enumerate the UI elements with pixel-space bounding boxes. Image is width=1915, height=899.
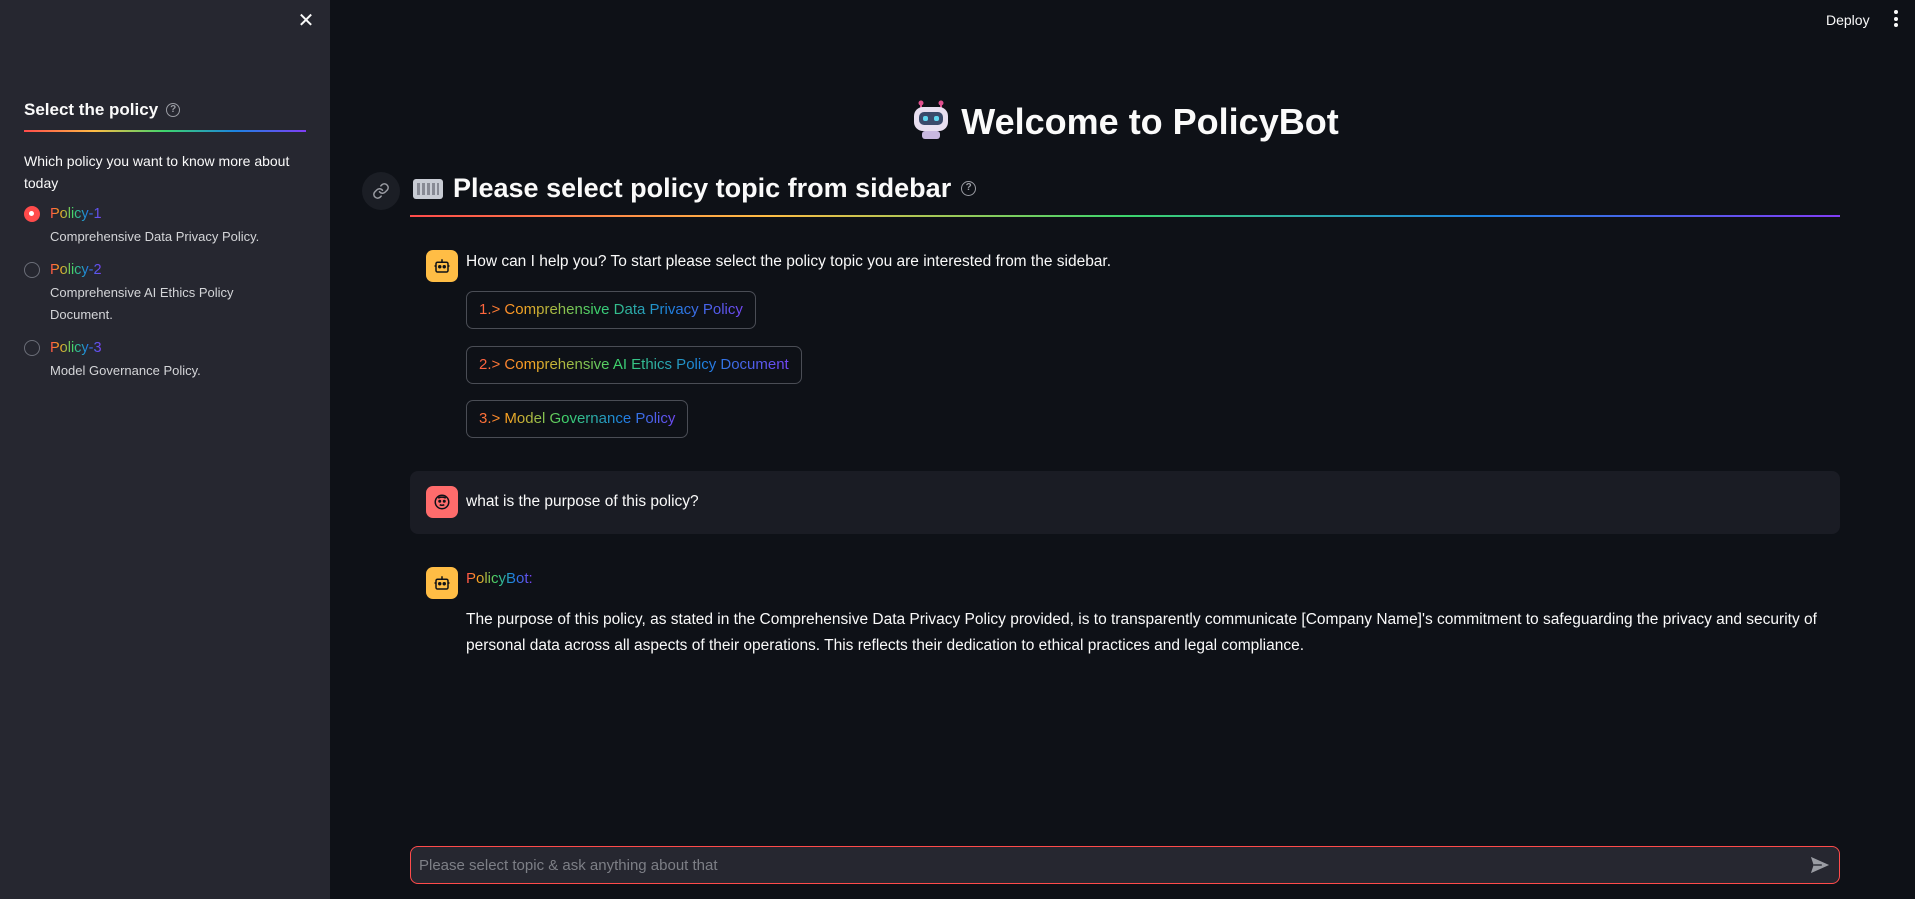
deploy-button[interactable]: Deploy [1820, 8, 1876, 32]
radio-button[interactable] [24, 262, 40, 278]
kebab-menu-icon[interactable] [1890, 10, 1902, 30]
radio-caption: Model Governance Policy. [50, 363, 201, 378]
send-icon[interactable] [1809, 855, 1831, 875]
radio-option-policy-2[interactable]: Policy-2 Comprehensive AI Ethics Policy … [24, 259, 314, 327]
keyboard-icon [413, 178, 443, 199]
chat-input-box [410, 846, 1840, 884]
sidebar-divider [24, 130, 306, 132]
sidebar-title-text: Select the policy [24, 100, 159, 119]
radio-label: Policy-1 [50, 203, 102, 225]
link-icon[interactable] [362, 172, 400, 210]
heading-divider [410, 215, 1840, 217]
page-title: Welcome to PolicyBot [410, 100, 1840, 149]
radio-caption: Comprehensive AI Ethics Policy Document. [50, 285, 234, 322]
radio-caption: Comprehensive Data Privacy Policy. [50, 229, 260, 244]
radio-label: Policy-3 [50, 337, 102, 359]
page-title-text: Welcome to PolicyBot [961, 101, 1339, 142]
radio-label: Policy-2 [50, 259, 102, 281]
topic-button-3[interactable]: 3.> Model Governance Policy [466, 400, 689, 438]
bot-greeting: How can I help you? To start please sele… [466, 253, 1112, 270]
user-message: what is the purpose of this policy? [466, 493, 699, 510]
radio-button[interactable] [24, 340, 40, 356]
sidebar: ✕ Select the policy ? Which policy you w… [0, 0, 330, 899]
sidebar-title: Select the policy ? [24, 100, 181, 120]
topic-button-1[interactable]: 1.> Comprehensive Data Privacy Policy [466, 291, 756, 329]
radio-option-policy-1[interactable]: Policy-1 Comprehensive Data Privacy Poli… [24, 203, 314, 249]
help-icon[interactable]: ? [166, 103, 181, 117]
help-icon[interactable]: ? [961, 181, 977, 196]
topic-button-2[interactable]: 2.> Comprehensive AI Ethics Policy Docum… [466, 346, 802, 384]
section-heading: Please select policy topic from sidebar … [413, 173, 977, 204]
user-avatar-icon [426, 486, 458, 518]
radio-button-checked[interactable] [24, 206, 40, 222]
policy-question: Which policy you want to know more about… [24, 153, 290, 191]
bot-avatar-icon [426, 567, 458, 599]
bot-avatar-icon [426, 250, 458, 282]
robot-icon [911, 100, 951, 149]
chat-input[interactable] [419, 847, 1779, 883]
radio-option-policy-3[interactable]: Policy-3 Model Governance Policy. [24, 337, 314, 383]
bot-name-label: PolicyBot: [466, 566, 533, 592]
bot-answer: The purpose of this policy, as stated in… [466, 611, 1817, 654]
section-heading-text: Please select policy topic from sidebar [453, 173, 952, 203]
close-sidebar-icon[interactable]: ✕ [296, 10, 316, 32]
